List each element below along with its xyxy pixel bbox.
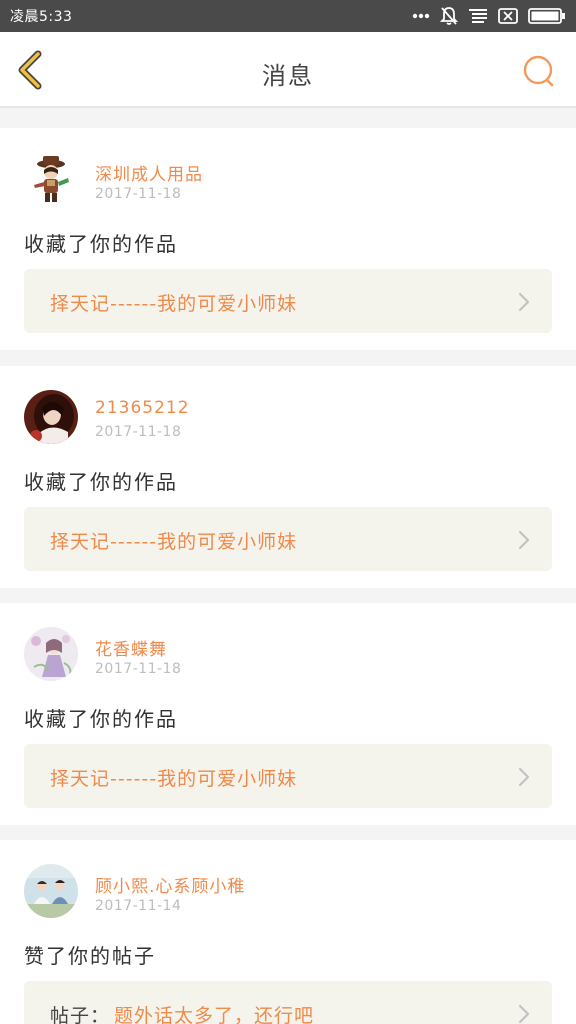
avatar[interactable]: [24, 627, 78, 681]
post-title: 题外话太多了，还行吧: [114, 1005, 315, 1024]
avatar[interactable]: [24, 864, 78, 918]
user-name[interactable]: 顾小熙.心系顾小稚: [95, 872, 245, 897]
work-title: 择天记------我的可爱小师妹: [50, 531, 298, 553]
status-icons: [412, 0, 566, 32]
work-title: 择天记------我的可爱小师妹: [50, 293, 298, 315]
status-bar: 凌晨5:33: [0, 0, 576, 32]
status-time: 凌晨5:33: [10, 9, 73, 25]
avatar[interactable]: [24, 390, 78, 444]
chevron-right-icon: [518, 767, 530, 787]
work-link[interactable]: 择天记------我的可爱小师妹: [24, 507, 552, 571]
search-icon: [522, 55, 556, 92]
page-title: 消息: [262, 62, 314, 90]
message-card: 深圳成人用品 2017-11-18 收藏了你的作品 择天记------我的可爱小…: [0, 128, 576, 350]
post-link[interactable]: 帖子： 题外话太多了，还行吧: [24, 981, 552, 1024]
bell-off-icon: [440, 6, 458, 26]
message-date: 2017-11-14: [95, 898, 182, 914]
more-dots-icon: [412, 13, 430, 19]
action-text: 收藏了你的作品: [24, 470, 178, 494]
message-card: 顾小熙.心系顾小稚 2017-11-14 赞了你的帖子 帖子： 题外话太多了，还…: [0, 840, 576, 1024]
battery-icon: [528, 8, 566, 24]
work-title: 择天记------我的可爱小师妹: [50, 768, 298, 790]
chevron-right-icon: [518, 1004, 530, 1024]
action-text: 赞了你的帖子: [24, 944, 156, 968]
search-button[interactable]: [522, 54, 556, 88]
user-name[interactable]: 深圳成人用品: [95, 160, 203, 185]
notification-list-icon: [468, 8, 488, 24]
sim-x-icon: [498, 8, 518, 24]
work-link[interactable]: 择天记------我的可爱小师妹: [24, 744, 552, 808]
work-link[interactable]: 择天记------我的可爱小师妹: [24, 269, 552, 333]
message-date: 2017-11-18: [95, 186, 182, 202]
chevron-right-icon: [518, 292, 530, 312]
avatar[interactable]: [24, 152, 78, 206]
message-feed[interactable]: 深圳成人用品 2017-11-18 收藏了你的作品 择天记------我的可爱小…: [0, 108, 576, 1024]
message-card: 花香蝶舞 2017-11-18 收藏了你的作品 择天记------我的可爱小师妹: [0, 603, 576, 825]
chevron-right-icon: [518, 530, 530, 550]
post-prefix: 帖子：: [50, 1005, 111, 1024]
user-name[interactable]: 花香蝶舞: [95, 635, 167, 660]
user-name[interactable]: 21365212: [95, 398, 190, 418]
action-text: 收藏了你的作品: [24, 707, 178, 731]
nav-bar: 消息: [0, 32, 576, 108]
action-text: 收藏了你的作品: [24, 232, 178, 256]
message-card: 21365212 2017-11-18 收藏了你的作品 择天记------我的可…: [0, 366, 576, 588]
message-date: 2017-11-18: [95, 661, 182, 677]
message-date: 2017-11-18: [95, 424, 182, 440]
